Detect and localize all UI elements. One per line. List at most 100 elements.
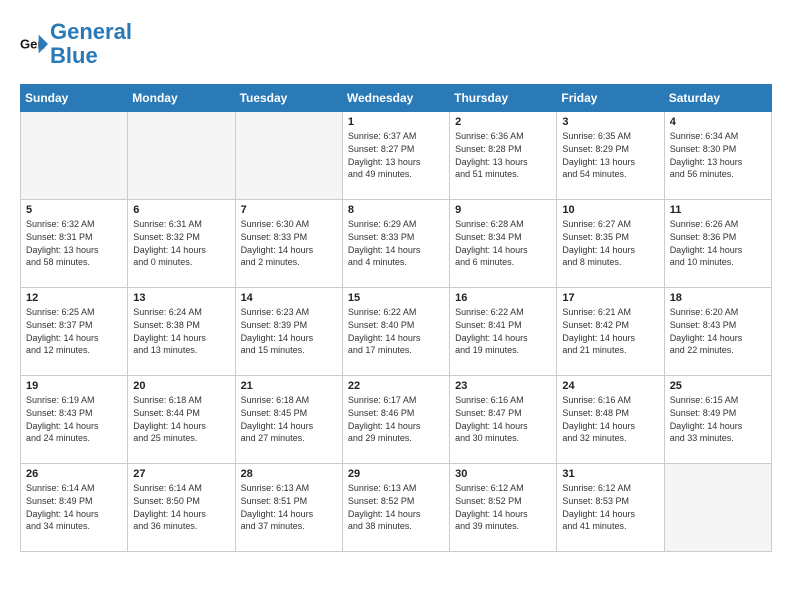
day-content: Sunrise: 6:32 AM Sunset: 8:31 PM Dayligh…	[26, 218, 122, 268]
day-number: 24	[562, 380, 658, 392]
day-number: 1	[348, 116, 444, 128]
calendar-cell: 23 Sunrise: 6:16 AM Sunset: 8:47 PM Dayli…	[450, 376, 557, 464]
day-number: 18	[670, 292, 766, 304]
calendar-cell	[664, 464, 771, 552]
day-number: 10	[562, 204, 658, 216]
day-number: 12	[26, 292, 122, 304]
weekday-header-monday: Monday	[128, 85, 235, 112]
calendar-cell: 25 Sunrise: 6:15 AM Sunset: 8:49 PM Dayli…	[664, 376, 771, 464]
day-content: Sunrise: 6:16 AM Sunset: 8:47 PM Dayligh…	[455, 394, 551, 444]
day-content: Sunrise: 6:12 AM Sunset: 8:53 PM Dayligh…	[562, 482, 658, 532]
day-content: Sunrise: 6:13 AM Sunset: 8:52 PM Dayligh…	[348, 482, 444, 532]
day-content: Sunrise: 6:36 AM Sunset: 8:28 PM Dayligh…	[455, 130, 551, 180]
day-number: 17	[562, 292, 658, 304]
day-content: Sunrise: 6:31 AM Sunset: 8:32 PM Dayligh…	[133, 218, 229, 268]
day-content: Sunrise: 6:18 AM Sunset: 8:44 PM Dayligh…	[133, 394, 229, 444]
weekday-header-thursday: Thursday	[450, 85, 557, 112]
day-number: 5	[26, 204, 122, 216]
weekday-header-row: SundayMondayTuesdayWednesdayThursdayFrid…	[21, 85, 772, 112]
day-number: 2	[455, 116, 551, 128]
calendar-cell: 21Sunrise: 6:18 AM Sunset: 8:45 PM Dayli…	[235, 376, 342, 464]
weekday-header-wednesday: Wednesday	[342, 85, 449, 112]
calendar-week-row: 26 Sunrise: 6:14 AM Sunset: 8:49 PM Dayli…	[21, 464, 772, 552]
calendar-cell	[21, 112, 128, 200]
calendar-cell: 13 Sunrise: 6:24 AM Sunset: 8:38 PM Dayli…	[128, 288, 235, 376]
day-content: Sunrise: 6:22 AM Sunset: 8:41 PM Dayligh…	[455, 306, 551, 356]
day-number: 27	[133, 468, 229, 480]
day-content: Sunrise: 6:20 AM Sunset: 8:43 PM Dayligh…	[670, 306, 766, 356]
day-content: Sunrise: 6:35 AM Sunset: 8:29 PM Dayligh…	[562, 130, 658, 180]
day-number: 14	[241, 292, 337, 304]
calendar-cell: 11 Sunrise: 6:26 AM Sunset: 8:36 PM Dayli…	[664, 200, 771, 288]
calendar-cell: 9 Sunrise: 6:28 AM Sunset: 8:34 PM Daylig…	[450, 200, 557, 288]
logo-text: GeneralBlue	[50, 20, 132, 68]
calendar-cell: 29 Sunrise: 6:13 AM Sunset: 8:52 PM Dayli…	[342, 464, 449, 552]
day-number: 20	[133, 380, 229, 392]
calendar-cell: 18 Sunrise: 6:20 AM Sunset: 8:43 PM Dayli…	[664, 288, 771, 376]
day-number: 8	[348, 204, 444, 216]
day-number: 30	[455, 468, 551, 480]
day-content: Sunrise: 6:21 AM Sunset: 8:42 PM Dayligh…	[562, 306, 658, 356]
day-number: 23	[455, 380, 551, 392]
calendar-cell: 12 Sunrise: 6:25 AM Sunset: 8:37 PM Dayli…	[21, 288, 128, 376]
day-content: Sunrise: 6:27 AM Sunset: 8:35 PM Dayligh…	[562, 218, 658, 268]
day-number: 4	[670, 116, 766, 128]
calendar-cell: 10 Sunrise: 6:27 AM Sunset: 8:35 PM Dayli…	[557, 200, 664, 288]
calendar-cell: 19 Sunrise: 6:19 AM Sunset: 8:43 PM Dayli…	[21, 376, 128, 464]
page-header: Gen GeneralBlue	[20, 20, 772, 68]
day-number: 11	[670, 204, 766, 216]
day-content: Sunrise: 6:26 AM Sunset: 8:36 PM Dayligh…	[670, 218, 766, 268]
calendar-cell: 31Sunrise: 6:12 AM Sunset: 8:53 PM Dayli…	[557, 464, 664, 552]
day-content: Sunrise: 6:13 AM Sunset: 8:51 PM Dayligh…	[241, 482, 337, 532]
day-content: Sunrise: 6:23 AM Sunset: 8:39 PM Dayligh…	[241, 306, 337, 356]
day-content: Sunrise: 6:12 AM Sunset: 8:52 PM Dayligh…	[455, 482, 551, 532]
day-number: 9	[455, 204, 551, 216]
weekday-header-sunday: Sunday	[21, 85, 128, 112]
calendar-table: SundayMondayTuesdayWednesdayThursdayFrid…	[20, 84, 772, 552]
calendar-week-row: 5 Sunrise: 6:32 AM Sunset: 8:31 PM Daylig…	[21, 200, 772, 288]
calendar-cell: 5 Sunrise: 6:32 AM Sunset: 8:31 PM Daylig…	[21, 200, 128, 288]
day-number: 6	[133, 204, 229, 216]
day-content: Sunrise: 6:34 AM Sunset: 8:30 PM Dayligh…	[670, 130, 766, 180]
day-content: Sunrise: 6:24 AM Sunset: 8:38 PM Dayligh…	[133, 306, 229, 356]
calendar-cell: 15Sunrise: 6:22 AM Sunset: 8:40 PM Dayli…	[342, 288, 449, 376]
weekday-header-saturday: Saturday	[664, 85, 771, 112]
day-number: 13	[133, 292, 229, 304]
day-number: 29	[348, 468, 444, 480]
day-number: 25	[670, 380, 766, 392]
day-content: Sunrise: 6:19 AM Sunset: 8:43 PM Dayligh…	[26, 394, 122, 444]
calendar-cell: 1Sunrise: 6:37 AM Sunset: 8:27 PM Daylig…	[342, 112, 449, 200]
day-number: 15	[348, 292, 444, 304]
day-content: Sunrise: 6:29 AM Sunset: 8:33 PM Dayligh…	[348, 218, 444, 268]
day-number: 28	[241, 468, 337, 480]
day-content: Sunrise: 6:16 AM Sunset: 8:48 PM Dayligh…	[562, 394, 658, 444]
day-content: Sunrise: 6:28 AM Sunset: 8:34 PM Dayligh…	[455, 218, 551, 268]
logo-icon: Gen	[20, 30, 48, 58]
calendar-cell: 30 Sunrise: 6:12 AM Sunset: 8:52 PM Dayli…	[450, 464, 557, 552]
calendar-cell: 16 Sunrise: 6:22 AM Sunset: 8:41 PM Dayli…	[450, 288, 557, 376]
day-number: 19	[26, 380, 122, 392]
calendar-cell: 26 Sunrise: 6:14 AM Sunset: 8:49 PM Dayli…	[21, 464, 128, 552]
calendar-cell: 27Sunrise: 6:14 AM Sunset: 8:50 PM Dayli…	[128, 464, 235, 552]
day-content: Sunrise: 6:14 AM Sunset: 8:49 PM Dayligh…	[26, 482, 122, 532]
day-number: 22	[348, 380, 444, 392]
day-number: 16	[455, 292, 551, 304]
calendar-cell	[128, 112, 235, 200]
calendar-cell: 8 Sunrise: 6:29 AM Sunset: 8:33 PM Daylig…	[342, 200, 449, 288]
calendar-cell: 3 Sunrise: 6:35 AM Sunset: 8:29 PM Daylig…	[557, 112, 664, 200]
weekday-header-tuesday: Tuesday	[235, 85, 342, 112]
day-content: Sunrise: 6:15 AM Sunset: 8:49 PM Dayligh…	[670, 394, 766, 444]
day-number: 3	[562, 116, 658, 128]
calendar-week-row: 1Sunrise: 6:37 AM Sunset: 8:27 PM Daylig…	[21, 112, 772, 200]
calendar-cell: 17 Sunrise: 6:21 AM Sunset: 8:42 PM Dayli…	[557, 288, 664, 376]
day-content: Sunrise: 6:17 AM Sunset: 8:46 PM Dayligh…	[348, 394, 444, 444]
calendar-cell: 14 Sunrise: 6:23 AM Sunset: 8:39 PM Dayli…	[235, 288, 342, 376]
day-content: Sunrise: 6:18 AM Sunset: 8:45 PM Dayligh…	[241, 394, 337, 444]
calendar-week-row: 19 Sunrise: 6:19 AM Sunset: 8:43 PM Dayli…	[21, 376, 772, 464]
logo: Gen GeneralBlue	[20, 20, 132, 68]
calendar-cell: 22 Sunrise: 6:17 AM Sunset: 8:46 PM Dayli…	[342, 376, 449, 464]
calendar-cell: 2 Sunrise: 6:36 AM Sunset: 8:28 PM Daylig…	[450, 112, 557, 200]
day-number: 7	[241, 204, 337, 216]
day-number: 26	[26, 468, 122, 480]
day-content: Sunrise: 6:25 AM Sunset: 8:37 PM Dayligh…	[26, 306, 122, 356]
